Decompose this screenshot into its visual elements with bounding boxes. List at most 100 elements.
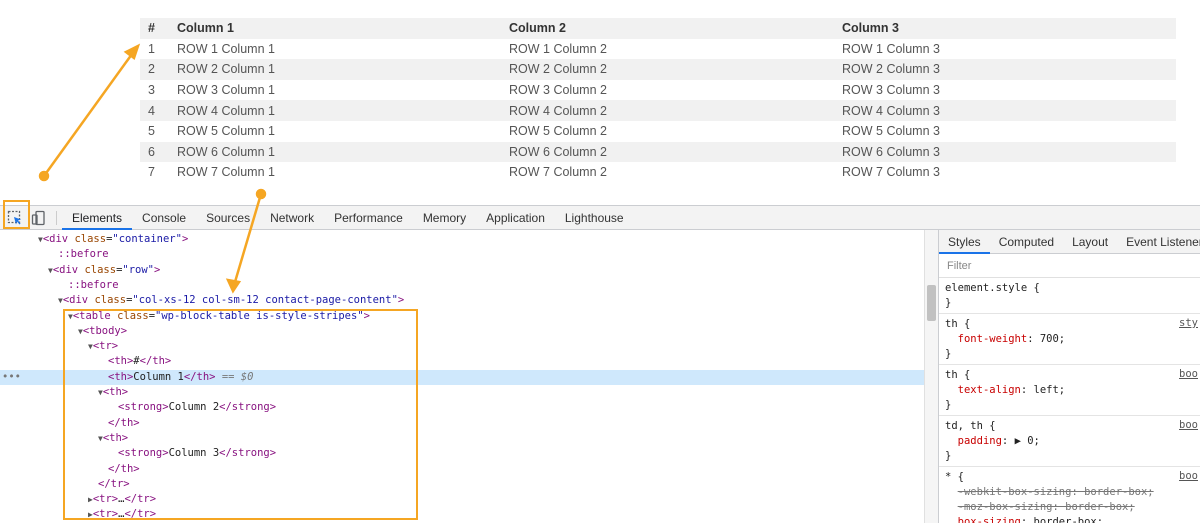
style-declaration[interactable]: th { xyxy=(945,317,1194,332)
style-declaration[interactable]: padding: ▶ 0; xyxy=(945,434,1194,449)
style-declaration[interactable]: * { xyxy=(945,470,1194,485)
rule-source-link[interactable]: boo xyxy=(1179,368,1198,380)
dom-node[interactable]: </th> xyxy=(0,416,924,431)
row-number-cell: 6 xyxy=(148,144,155,159)
dom-node[interactable]: ▼<tr> xyxy=(0,339,924,354)
dom-node[interactable]: ▼<div class="row"> xyxy=(0,263,924,278)
table-row: 1 ROW 1 Column 1 ROW 1 Column 2 ROW 1 Colum… xyxy=(140,39,1176,60)
style-declaration[interactable]: th { xyxy=(945,368,1194,383)
header-cell: # xyxy=(148,21,155,36)
table-cell: ROW 2 Column 2 xyxy=(509,62,607,77)
tab-console[interactable]: Console xyxy=(132,206,196,230)
tab-elements[interactable]: Elements xyxy=(62,206,133,230)
dom-node[interactable]: </tr> xyxy=(0,477,924,492)
table-row: 3 ROW 3 Column 1 ROW 3 Column 2 ROW 3 Colum… xyxy=(140,80,1176,101)
table-cell: ROW 4 Column 3 xyxy=(842,103,940,118)
dom-node[interactable]: ▼<div class="container"> xyxy=(0,232,924,247)
table-cell: ROW 7 Column 2 xyxy=(509,165,607,180)
row-number-cell: 1 xyxy=(148,41,155,56)
style-declaration[interactable]: td, th { xyxy=(945,419,1194,434)
table-cell: ROW 5 Column 1 xyxy=(177,124,275,139)
dom-node[interactable]: </th> xyxy=(0,462,924,477)
table-cell: ROW 5 Column 2 xyxy=(509,124,607,139)
dom-node[interactable]: ▼<table class="wp-block-table is-style-s… xyxy=(0,309,924,324)
dom-node[interactable]: <th>#</th> xyxy=(0,354,924,369)
table-cell: ROW 5 Column 3 xyxy=(842,124,940,139)
dom-node[interactable]: ::before xyxy=(0,247,924,262)
row-number-cell: 5 xyxy=(148,124,155,139)
style-rule: element.style {} xyxy=(939,278,1200,314)
table-cell: ROW 6 Column 1 xyxy=(177,144,275,159)
style-rule: boo th { text-align: left;} xyxy=(939,365,1200,416)
dom-node-selected[interactable]: ••• <th>Column 1</th> == $0 xyxy=(0,369,924,385)
style-rule: sty th { font-weight: 700;} xyxy=(939,314,1200,365)
content-table: # Column 1 Column 2 Column 3 1 ROW 1 Colu… xyxy=(140,18,1176,183)
device-toolbar-icon[interactable] xyxy=(30,209,48,227)
styles-filter-input[interactable]: Filter xyxy=(939,254,1200,278)
style-declaration[interactable]: } xyxy=(945,449,1194,464)
style-rules: element.style {} sty th { font-weight: 700… xyxy=(939,278,1200,523)
style-declaration[interactable]: box-sizing: border-box; xyxy=(945,515,1194,523)
tab-performance[interactable]: Performance xyxy=(324,206,413,230)
table-cell: ROW 6 Column 2 xyxy=(509,144,607,159)
row-number-cell: 7 xyxy=(148,165,155,180)
selected-node-menu-icon[interactable]: ••• xyxy=(2,370,21,385)
table-row: 6 ROW 6 Column 1 ROW 6 Column 2 ROW 6 Colum… xyxy=(140,141,1176,163)
header-cell: Column 1 xyxy=(177,21,234,36)
styles-tab-list: StylesComputedLayoutEvent Listeners xyxy=(939,230,1200,254)
devtools-toolbar: Elements Console Sources Network Performance… xyxy=(0,206,1200,230)
dom-node[interactable]: ▼<th> xyxy=(0,431,924,446)
dom-node[interactable]: <strong>Column 3</strong> xyxy=(0,446,924,461)
style-declaration[interactable]: -moz-box-sizing: border-box; xyxy=(945,500,1194,515)
table-header-row: # Column 1 Column 2 Column 3 xyxy=(140,18,1176,39)
elements-tree[interactable]: ▼<div class="container">::before ▼<div cl… xyxy=(0,230,924,523)
styles-tab-event-listeners[interactable]: Event Listeners xyxy=(1117,230,1200,254)
tab-application[interactable]: Application xyxy=(476,206,555,230)
dom-node[interactable]: ▼<div class="col-xs-12 col-sm-12 contact… xyxy=(0,293,924,308)
styles-tab-styles[interactable]: Styles xyxy=(939,230,990,254)
dom-node[interactable]: ▶<tr>…</tr> xyxy=(0,492,924,507)
table-cell: ROW 3 Column 3 xyxy=(842,83,940,98)
toolbar-separator xyxy=(56,211,57,225)
devtools-panel: Elements Console Sources Network Performance… xyxy=(0,205,1200,523)
dom-node[interactable]: ▼<th> xyxy=(0,385,924,400)
dom-node[interactable]: ▼<tbody> xyxy=(0,324,924,339)
elements-scrollbar[interactable] xyxy=(924,230,938,523)
table-cell: ROW 1 Column 2 xyxy=(509,41,607,56)
dom-node[interactable]: ▶<tr>…</tr> xyxy=(0,507,924,522)
tab-lighthouse[interactable]: Lighthouse xyxy=(555,206,634,230)
table-row: 7 ROW 7 Column 1 ROW 7 Column 2 ROW 7 Colum… xyxy=(140,162,1176,183)
row-number-cell: 4 xyxy=(148,103,155,118)
rule-source-link[interactable]: boo xyxy=(1179,470,1198,482)
rule-source-link[interactable]: boo xyxy=(1179,419,1198,431)
style-declaration[interactable]: -webkit-box-sizing: border-box; xyxy=(945,485,1194,500)
arrow-to-table xyxy=(42,53,134,177)
style-declaration[interactable]: text-align: left; xyxy=(945,383,1194,398)
table-cell: ROW 3 Column 2 xyxy=(509,83,607,98)
table-cell: ROW 2 Column 3 xyxy=(842,62,940,77)
dom-node[interactable]: ::before xyxy=(0,278,924,293)
rule-source-link[interactable]: sty xyxy=(1179,317,1198,329)
style-declaration[interactable]: font-weight: 700; xyxy=(945,332,1194,347)
devtools-tab-list: Elements Console Sources Network Performance… xyxy=(62,206,634,230)
table-cell: ROW 2 Column 1 xyxy=(177,62,275,77)
style-declaration[interactable]: element.style { xyxy=(945,281,1194,296)
styles-tab-computed[interactable]: Computed xyxy=(990,230,1063,254)
table-cell: ROW 4 Column 2 xyxy=(509,103,607,118)
header-cell: Column 3 xyxy=(842,21,899,36)
table-row: 4 ROW 4 Column 1 ROW 4 Column 2 ROW 4 Colum… xyxy=(140,100,1176,121)
table-row: 5 ROW 5 Column 1 ROW 5 Column 2 ROW 5 Colum… xyxy=(140,121,1176,142)
style-declaration[interactable]: } xyxy=(945,347,1194,362)
styles-tab-layout[interactable]: Layout xyxy=(1063,230,1117,254)
dom-node[interactable]: <strong>Column 2</strong> xyxy=(0,400,924,415)
tab-memory[interactable]: Memory xyxy=(413,206,476,230)
style-declaration[interactable]: } xyxy=(945,398,1194,413)
table-cell: ROW 6 Column 3 xyxy=(842,144,940,159)
style-declaration[interactable]: } xyxy=(945,296,1194,311)
scrollbar-thumb[interactable] xyxy=(927,285,936,321)
style-rule: boo td, th { padding: ▶ 0;} xyxy=(939,416,1200,467)
table-cell: ROW 1 Column 1 xyxy=(177,41,275,56)
inspect-element-icon[interactable] xyxy=(6,209,24,227)
tab-network[interactable]: Network xyxy=(260,206,324,230)
tab-sources[interactable]: Sources xyxy=(196,206,260,230)
